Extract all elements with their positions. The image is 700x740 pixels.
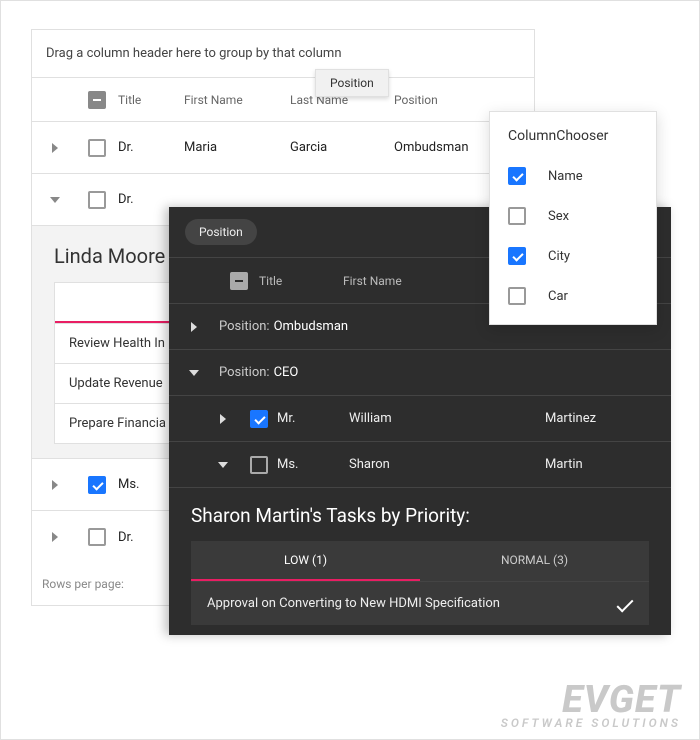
pager-label: Rows per page: [42, 577, 124, 591]
column-chooser-label: Name [548, 169, 583, 184]
checkbox-icon [508, 287, 526, 305]
column-chooser-popup: ColumnChooser Name Sex City Car [489, 111, 657, 325]
header-checkbox[interactable] [219, 272, 259, 290]
row-checkbox[interactable] [78, 528, 116, 546]
table-row[interactable]: Dr. Maria Garcia Ombudsman [32, 122, 534, 174]
expand-toggle[interactable] [32, 532, 78, 542]
expand-toggle[interactable] [169, 322, 219, 332]
expand-toggle[interactable] [169, 370, 219, 376]
detail-tasks-box: LOW (1) NORMAL (3) Approval on Convertin… [191, 541, 649, 625]
row-checkbox[interactable] [241, 456, 277, 474]
cell-first-name: Sharon [349, 457, 545, 472]
expand-toggle[interactable] [205, 414, 241, 424]
row-checkbox[interactable] [241, 410, 277, 428]
checkbox-icon [250, 456, 268, 474]
row-checkbox[interactable] [78, 139, 116, 157]
indeterminate-checkbox-icon [230, 272, 248, 290]
chevron-right-icon [52, 143, 58, 153]
checkbox-icon [508, 207, 526, 225]
chevron-down-icon [50, 197, 60, 203]
table-row[interactable]: Mr. William Martinez [169, 396, 671, 442]
checkbox-checked-icon [250, 410, 268, 428]
dragged-column-label: Position [330, 76, 374, 90]
chevron-right-icon [220, 414, 226, 424]
group-chip-label: Position [199, 225, 243, 239]
expand-toggle[interactable] [205, 462, 241, 468]
chevron-down-icon [189, 370, 199, 376]
header-position[interactable]: Position [394, 93, 514, 107]
group-drop-area[interactable]: Drag a column header here to group by th… [32, 30, 534, 78]
cell-title: Ms. [277, 457, 349, 472]
column-chooser-item[interactable]: City [508, 236, 638, 276]
expand-toggle[interactable] [32, 480, 78, 490]
task-label: Approval on Converting to New HDMI Speci… [207, 596, 500, 611]
chevron-right-icon [191, 322, 197, 332]
checkbox-checked-icon [88, 476, 106, 494]
group-placeholder-text: Drag a column header here to group by th… [46, 46, 342, 61]
cell-last-name: Martinez [545, 411, 671, 426]
checkbox-checked-icon [508, 247, 526, 265]
group-value: Ombudsman [274, 319, 349, 334]
group-key-label: Position: [219, 319, 270, 334]
expand-toggle[interactable] [32, 143, 78, 153]
row-checkbox[interactable] [78, 476, 116, 494]
column-chooser-item[interactable]: Name [508, 156, 638, 196]
header-title[interactable]: Title [116, 93, 184, 107]
header-first-name[interactable]: First Name [184, 93, 290, 107]
watermark: EVGET SOFTWARE SOLUTIONS [501, 681, 681, 729]
cell-last-name: Martin [545, 457, 671, 472]
header-checkbox[interactable] [78, 91, 116, 109]
cell-first-name: William [349, 411, 545, 426]
tab-low[interactable]: LOW (1) [191, 541, 420, 581]
expand-toggle[interactable] [32, 197, 78, 203]
checkbox-checked-icon [508, 167, 526, 185]
row-detail-panel-dark: Sharon Martin's Tasks by Priority: LOW (… [169, 488, 671, 635]
column-chooser-title: ColumnChooser [508, 128, 638, 144]
row-checkbox[interactable] [78, 191, 116, 209]
task-row[interactable]: Approval on Converting to New HDMI Speci… [191, 581, 649, 625]
column-chooser-item[interactable]: Sex [508, 196, 638, 236]
checkbox-icon [88, 191, 106, 209]
group-value: CEO [274, 365, 299, 380]
checkbox-icon [88, 528, 106, 546]
column-chooser-label: Sex [548, 209, 569, 224]
cell-last-name: Garcia [290, 140, 394, 155]
dragged-column-chip[interactable]: Position [315, 69, 389, 97]
column-chooser-item[interactable]: Car [508, 276, 638, 316]
chevron-right-icon [52, 532, 58, 542]
column-chooser-label: Car [548, 289, 568, 304]
header-title[interactable]: Title [259, 274, 343, 288]
group-chip[interactable]: Position [185, 219, 257, 245]
tab-normal[interactable]: NORMAL (3) [420, 541, 649, 581]
checkbox-icon [88, 139, 106, 157]
check-icon [617, 595, 634, 612]
light-header-row: Title First Name Last Name Position [32, 78, 534, 122]
table-row[interactable]: Ms. Sharon Martin [169, 442, 671, 488]
watermark-line1: EVGET [501, 681, 681, 719]
detail-heading: Sharon Martin's Tasks by Priority: [191, 504, 649, 527]
column-chooser-label: City [548, 249, 570, 264]
cell-title: Mr. [277, 411, 349, 426]
cell-title: Dr. [116, 140, 184, 155]
group-key-label: Position: [219, 365, 270, 380]
watermark-line2: SOFTWARE SOLUTIONS [501, 717, 681, 729]
detail-tabbar: LOW (1) NORMAL (3) [191, 541, 649, 581]
indeterminate-checkbox-icon [88, 91, 106, 109]
group-row[interactable]: Position: CEO [169, 350, 671, 396]
cell-title: Dr. [116, 192, 184, 207]
cell-first-name: Maria [184, 140, 290, 155]
chevron-right-icon [52, 480, 58, 490]
chevron-down-icon [218, 462, 228, 468]
